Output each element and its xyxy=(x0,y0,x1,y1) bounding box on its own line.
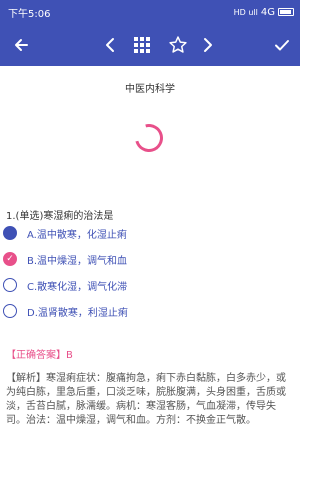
star-outline-icon xyxy=(169,36,187,53)
option-label: B.温中燥湿，调气和血 xyxy=(27,255,128,267)
option-label: A.温中散寒，化湿止痢 xyxy=(27,229,127,241)
back-button[interactable] xyxy=(6,24,36,66)
previous-question-button[interactable] xyxy=(98,24,122,66)
answer-heading: 【正确答案】 xyxy=(6,350,66,361)
option-label: D.温肾散寒，利湿止痢 xyxy=(27,307,128,319)
checkmark-icon xyxy=(275,40,289,51)
radio-empty-icon xyxy=(3,278,17,292)
signal-text: HD ull xyxy=(233,7,258,17)
option-label: C.散寒化湿，调气化滞 xyxy=(27,281,128,293)
option-a[interactable]: A.温中散寒，化湿止痢 xyxy=(3,224,127,242)
question-grid-button[interactable] xyxy=(129,24,155,66)
loading-spinner-icon xyxy=(129,118,169,158)
status-time: 下午5:06 xyxy=(8,8,51,20)
radio-selected-icon xyxy=(3,226,17,240)
answer-value: B xyxy=(66,350,73,361)
chevron-right-icon xyxy=(204,38,212,52)
option-d[interactable]: D.温肾散寒，利湿止痢 xyxy=(3,302,128,320)
network-type: 4G xyxy=(260,6,275,18)
next-question-button[interactable] xyxy=(196,24,220,66)
status-icons: HD ull 4G xyxy=(234,7,294,18)
radio-empty-icon xyxy=(3,304,17,318)
status-bar: 下午5:06 HD ull 4G xyxy=(0,0,300,24)
radio-checkmark-icon: ✓ xyxy=(3,252,17,266)
subject-title: 中医内科学 xyxy=(125,84,175,95)
option-b[interactable]: ✓ B.温中燥湿，调气和血 xyxy=(3,250,127,268)
battery-icon xyxy=(278,8,294,16)
analysis-text: 【解析】寒湿痢症状：腹痛拘急，痢下赤白黏胨，白多赤少，或为纯白胨，里急后重，口淡… xyxy=(6,373,286,426)
back-arrow-icon xyxy=(15,39,28,51)
question-text: 1.(单选)寒湿痢的治法是 xyxy=(6,211,114,222)
option-c[interactable]: C.散寒化湿，调气化滞 xyxy=(3,276,127,294)
chevron-left-icon xyxy=(106,38,114,52)
submit-button[interactable] xyxy=(268,24,296,66)
correct-answer: 【正确答案】B xyxy=(6,346,73,361)
toolbar xyxy=(0,24,300,66)
favorite-button[interactable] xyxy=(164,24,192,66)
grid-icon xyxy=(134,37,150,53)
